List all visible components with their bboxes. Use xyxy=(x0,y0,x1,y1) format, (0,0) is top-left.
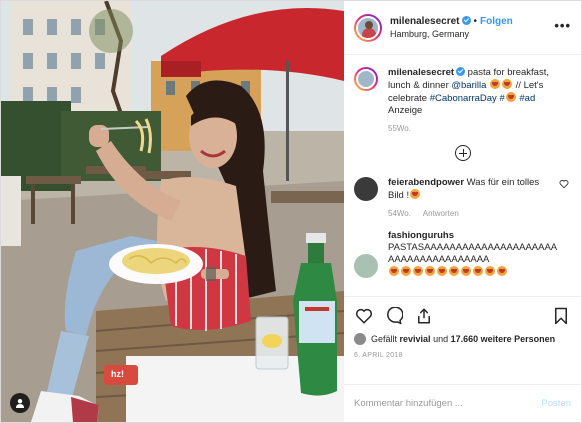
photo-sign-text: hz! xyxy=(111,369,124,379)
comment-text: PASTASAAAAAAAAAAAAAAAAAAAAAAAAAAAAAAAAAA… xyxy=(388,242,558,265)
comment-icon[interactable] xyxy=(384,306,404,326)
plus-circle-icon[interactable] xyxy=(454,145,471,161)
comment-avatar[interactable] xyxy=(354,254,378,278)
caption-line-2: Anzeige xyxy=(388,105,423,116)
comment-username[interactable]: fashionguruhs xyxy=(388,230,454,241)
mention-link[interactable]: @barilla xyxy=(451,80,486,91)
emoji-icon xyxy=(485,266,495,276)
emoji-icon xyxy=(502,79,513,89)
verified-icon xyxy=(461,15,471,25)
comment-avatar[interactable] xyxy=(354,177,378,201)
hashtag-link[interactable]: # xyxy=(499,93,504,104)
likes-middle: und xyxy=(433,334,449,344)
author-username[interactable]: milenalesecret xyxy=(390,16,460,27)
post-date[interactable]: 6. APRIL 2018 xyxy=(354,352,571,359)
emoji-row xyxy=(388,266,559,279)
action-bar xyxy=(354,305,571,327)
caption-time[interactable]: 55Wo. xyxy=(388,124,411,133)
load-more-comments[interactable] xyxy=(354,145,571,161)
caption-avatar[interactable] xyxy=(354,67,378,91)
likes-prefix: Gefällt xyxy=(371,334,398,344)
caption-username[interactable]: milenalesecret xyxy=(388,67,454,78)
emoji-icon xyxy=(389,266,399,276)
comment-item: feierabendpower Was für ein tolles Bild … xyxy=(354,177,571,220)
add-comment-bar: Posten xyxy=(344,384,581,422)
hashtag-link[interactable]: #CabonarraDay xyxy=(430,93,497,104)
post-photo[interactable]: hz! xyxy=(1,1,344,422)
emoji-icon xyxy=(497,266,507,276)
emoji-icon xyxy=(473,266,483,276)
post-side-panel: milenalesecret • Folgen Hamburg, Germany •… xyxy=(344,1,581,422)
emoji-icon xyxy=(410,189,421,199)
emoji-icon xyxy=(425,266,435,276)
comment-time[interactable]: 54Wo. xyxy=(388,209,411,218)
liker-avatar[interactable] xyxy=(354,333,366,345)
likes-summary: Gefällt revivial und 17.660 weitere Pers… xyxy=(354,333,571,345)
emoji-icon xyxy=(401,266,411,276)
instagram-post: hz! milenalesecret • Folgen Hamburg, Germa… xyxy=(0,0,582,423)
comment-item: fashionguruhs PASTASAAAAAAAAAAAAAAAAAAAA… xyxy=(354,230,571,279)
emoji-icon xyxy=(413,266,423,276)
comments-section[interactable]: milenalesecret pasta for breakfast, lunc… xyxy=(344,55,581,296)
bookmark-icon[interactable] xyxy=(551,306,571,326)
share-icon[interactable] xyxy=(414,306,434,326)
more-icon[interactable]: ••• xyxy=(554,19,571,32)
user-tag-icon[interactable] xyxy=(10,393,30,413)
caption: milenalesecret pasta for breakfast, lunc… xyxy=(354,67,571,135)
comment-input[interactable] xyxy=(354,398,542,409)
reply-button[interactable]: Antworten xyxy=(423,209,459,218)
location-link[interactable]: Hamburg, Germany xyxy=(390,28,513,41)
emoji-icon xyxy=(449,266,459,276)
emoji-icon xyxy=(461,266,471,276)
liker-username[interactable]: revivial xyxy=(400,334,431,344)
author-avatar[interactable] xyxy=(354,13,382,42)
hashtag-link[interactable]: #ad xyxy=(519,93,535,104)
caption-verified-icon xyxy=(456,67,466,76)
emoji-icon xyxy=(505,92,516,102)
emoji-icon xyxy=(490,79,501,89)
likes-count[interactable]: 17.660 weitere Personen xyxy=(451,334,556,344)
emoji-icon xyxy=(437,266,447,276)
photo-illustration xyxy=(1,1,344,422)
follow-button[interactable]: Folgen xyxy=(480,16,513,27)
separator-dot: • xyxy=(473,15,478,27)
post-header: milenalesecret • Folgen Hamburg, Germany •… xyxy=(344,1,581,55)
comment-heart-icon[interactable] xyxy=(559,179,569,189)
comment-username[interactable]: feierabendpower xyxy=(388,177,464,188)
post-comment-button[interactable]: Posten xyxy=(541,398,571,409)
actions-area: Gefällt revivial und 17.660 weitere Pers… xyxy=(344,296,581,384)
heart-icon[interactable] xyxy=(354,306,374,326)
